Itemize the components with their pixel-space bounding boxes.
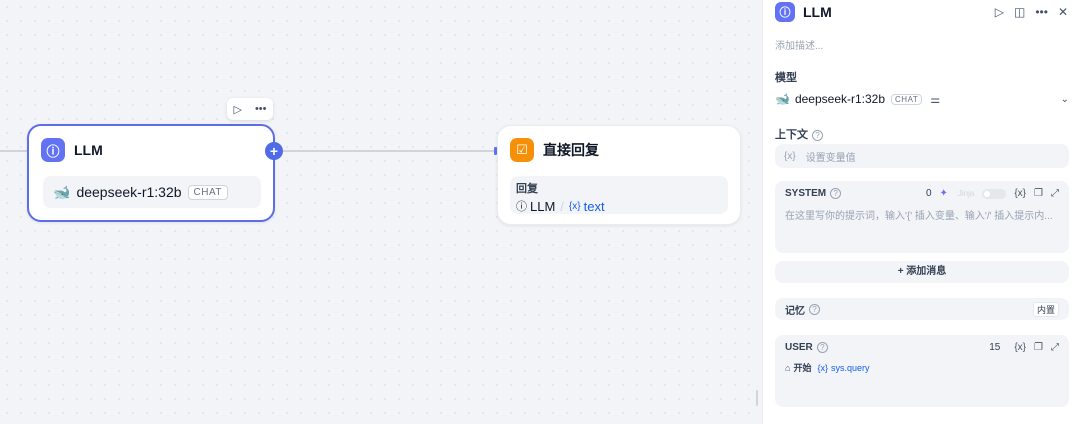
var-name: text <box>583 198 605 214</box>
reply-variable: ⓘ LLM / {x} text <box>516 198 722 214</box>
variable-icon: {x} <box>568 200 581 212</box>
variable-icon: {x} <box>784 150 796 162</box>
context-label: 上下文? <box>775 126 823 142</box>
user-label: USER <box>785 342 813 353</box>
memory-label: 记忆 <box>785 305 805 317</box>
help-icon[interactable]: ? <box>830 188 842 199</box>
model-name: deepseek-r1:32b <box>76 184 182 200</box>
whale-icon: 🐋 <box>53 183 71 200</box>
more-icon[interactable]: ••• <box>1035 5 1048 19</box>
var-source: LLM <box>530 198 556 214</box>
user-prompt-content: ⌂ 开始 {x} sys.query <box>785 361 1059 374</box>
token-count: 15 <box>989 342 1001 353</box>
help-icon[interactable]: ? <box>809 303 820 315</box>
jinja-label: Jinja <box>957 189 975 198</box>
more-icon[interactable]: ••• <box>255 103 267 115</box>
variable-icon[interactable]: {x} <box>1014 188 1026 199</box>
workflow-canvas[interactable]: ▷ ••• ⓘ LLM 🐋 deepseek-r1:32b CHAT + ☑ 直… <box>0 0 762 424</box>
user-prompt-box[interactable]: USER ? 15 {x} ❐ ⤢ ⌂ 开始 {x} sys.query <box>775 335 1069 407</box>
add-message-button[interactable]: + 添加消息 <box>775 261 1069 283</box>
var-node-name: 开始 <box>793 363 812 373</box>
system-prompt-box[interactable]: SYSTEM ? 0 ✦ Jinja {x} ❐ ⤢ 在这里写你的提示词，输入'… <box>775 181 1069 253</box>
llm-icon: ⓘ <box>775 2 795 22</box>
close-icon[interactable]: ✕ <box>1058 5 1068 19</box>
clipboard-icon[interactable]: ❐ <box>1034 188 1043 199</box>
separator: / <box>560 198 564 214</box>
memory-badge: 内置 <box>1032 301 1059 317</box>
description-input[interactable]: 添加描述... <box>775 37 823 52</box>
home-icon: ⌂ <box>785 362 791 373</box>
panel-title: LLM <box>803 4 832 20</box>
help-icon[interactable]: ? <box>812 129 823 141</box>
context-variable-input[interactable]: {x} 设置变量值 <box>775 144 1069 168</box>
play-icon[interactable]: ▷ <box>995 5 1004 19</box>
variable-icon: {x} <box>817 362 828 373</box>
reply-icon: ☑ <box>510 138 534 162</box>
memory-row[interactable]: 记忆 ? 内置 <box>775 298 1069 320</box>
expand-icon[interactable]: ⤢ <box>1051 188 1059 199</box>
model-label: 模型 <box>775 72 797 84</box>
model-name: deepseek-r1:32b <box>794 92 886 106</box>
node-toolbar: ▷ ••• <box>227 98 273 120</box>
reply-node[interactable]: ☑ 直接回复 回复 ⓘ LLM / {x} text <box>497 125 741 225</box>
panel-resize-handle[interactable] <box>756 390 758 406</box>
llm-node[interactable]: ⓘ LLM 🐋 deepseek-r1:32b CHAT <box>27 124 275 222</box>
mode-badge: CHAT <box>187 184 228 200</box>
clipboard-icon[interactable]: ❐ <box>1034 342 1043 353</box>
node-title: 直接回复 <box>543 142 599 158</box>
model-selector[interactable]: 🐋 deepseek-r1:32b CHAT ⚌ ⌄ <box>775 86 1069 112</box>
expand-icon[interactable]: ⤢ <box>1051 342 1059 353</box>
book-icon[interactable]: ◫ <box>1014 5 1025 19</box>
reply-label: 回复 <box>516 183 538 195</box>
llm-icon: ⓘ <box>41 138 65 162</box>
add-node-button[interactable]: + <box>265 142 283 160</box>
system-label: SYSTEM <box>785 188 827 199</box>
system-prompt-placeholder: 在这里写你的提示词，输入'{' 插入变量、输入'/' 插入提示内... <box>785 211 1053 222</box>
node-settings-panel: ⓘ LLM ▷ ◫ ••• ✕ 添加描述... 模型 🐋 deepseek-r1… <box>762 0 1080 424</box>
context-placeholder: 设置变量值 <box>805 152 856 164</box>
settings-sliders-icon[interactable]: ⚌ <box>930 93 940 106</box>
edge-in <box>0 150 27 152</box>
panel-header: ⓘ LLM ▷ ◫ ••• ✕ <box>775 0 1068 24</box>
jinja-toggle[interactable] <box>982 188 1007 199</box>
variable-icon[interactable]: {x} <box>1014 342 1026 353</box>
model-row: 🐋 deepseek-r1:32b CHAT <box>43 176 261 208</box>
token-count: 0 <box>925 188 932 199</box>
reply-field: 回复 ⓘ LLM / {x} text <box>510 176 728 214</box>
help-icon[interactable]: ? <box>816 342 828 353</box>
sparkle-icon[interactable]: ✦ <box>940 188 948 199</box>
chevron-down-icon[interactable]: ⌄ <box>1061 94 1069 105</box>
mode-badge: CHAT <box>891 93 923 105</box>
edge-llm-to-reply[interactable] <box>283 150 495 152</box>
play-icon[interactable]: ▷ <box>233 103 241 116</box>
llm-small-icon: ⓘ <box>516 201 527 213</box>
var-name: sys.query <box>830 362 870 373</box>
node-title: LLM <box>74 142 103 158</box>
context-label-text: 上下文 <box>775 129 808 141</box>
whale-icon: 🐋 <box>775 92 790 106</box>
